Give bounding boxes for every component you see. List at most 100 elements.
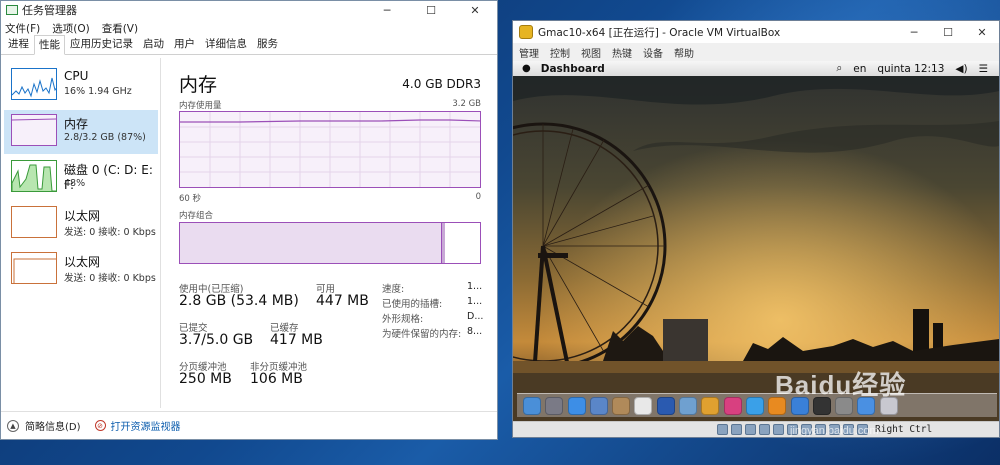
composition-free: [445, 223, 480, 263]
sidebar-item-disk[interactable]: 磁盘 0 (C: D: E: F: 48%: [4, 156, 158, 200]
mail-icon[interactable]: [589, 396, 608, 415]
info-label-form-factor: 外形规格:: [382, 314, 424, 325]
memory-panel: 内存 4.0 GB DDR3 内存使用量 3.2 GB 60 秒 0 内存组合: [161, 58, 497, 408]
virtualbox-title: Gmac10-x64 [正在运行] - Oracle VM VirtualBox: [538, 26, 781, 39]
hard-disk-icon[interactable]: [717, 424, 728, 435]
sidebar-item-memory[interactable]: 内存 2.8/3.2 GB (87%): [4, 110, 158, 154]
vb-menu-control[interactable]: 控制: [550, 45, 570, 60]
chevron-up-icon[interactable]: ▲: [7, 419, 19, 432]
vb-menu-devices[interactable]: 设备: [643, 45, 663, 60]
tab-app-history[interactable]: 应用历史记录: [65, 34, 138, 54]
info-label-slots: 已使用的插槽:: [382, 299, 443, 310]
vb-maximize-button[interactable]: ☐: [931, 21, 965, 43]
baidu-watermark: Baidu经验: [775, 370, 907, 400]
baidu-watermark-url: jingyan.baidu.com: [790, 425, 879, 437]
minimize-button[interactable]: ─: [365, 1, 409, 19]
fewer-details-link[interactable]: 简略信息(D): [25, 418, 81, 433]
optical-drive-icon[interactable]: [731, 424, 742, 435]
sidebar-item-label: 内存: [64, 117, 89, 131]
input-language[interactable]: en: [853, 63, 866, 75]
memory-usage-graph: [179, 111, 481, 188]
ethernet-thumbnail-graph: [11, 252, 57, 284]
vb-close-button[interactable]: ✕: [965, 21, 999, 43]
guest-dock: [517, 393, 997, 417]
composition-in-use: [180, 223, 442, 263]
guest-clock[interactable]: quinta 12:13: [877, 63, 944, 75]
guest-active-app[interactable]: Dashboard: [541, 63, 605, 75]
stat-value-cached: 417 MB: [270, 332, 323, 348]
sidebar-item-label: CPU: [64, 69, 89, 83]
tab-performance[interactable]: 性能: [34, 35, 65, 55]
resource-monitor-icon: ⊘: [94, 420, 106, 431]
vb-menu-help[interactable]: 帮助: [674, 45, 694, 60]
sidebar-item-sublabel: 发送: 0 接收: 0 Kbps: [64, 273, 156, 284]
memory-composition-bar: [179, 222, 481, 264]
stat-value-paged-pool: 250 MB: [179, 371, 232, 387]
virtualbox-titlebar[interactable]: Gmac10-x64 [正在运行] - Oracle VM VirtualBox…: [513, 21, 999, 43]
network-status-icon[interactable]: [759, 424, 770, 435]
audio-icon[interactable]: [745, 424, 756, 435]
ethernet-thumbnail-graph: [11, 206, 57, 238]
stat-value-nonpaged-pool: 106 MB: [250, 371, 303, 387]
safari-icon[interactable]: [567, 396, 586, 415]
launchpad-icon[interactable]: [545, 396, 564, 415]
photos-icon[interactable]: [701, 396, 720, 415]
task-manager-window: 任务管理器 ─ ☐ ✕ 文件(F) 选项(O) 查看(V) 进程 性能 应用历史…: [0, 0, 498, 440]
tab-startup[interactable]: 启动: [138, 34, 169, 54]
messages-icon[interactable]: [745, 396, 764, 415]
usb-icon[interactable]: [773, 424, 784, 435]
tab-users[interactable]: 用户: [169, 34, 200, 54]
vb-minimize-button[interactable]: ─: [897, 21, 931, 43]
tab-processes[interactable]: 进程: [3, 34, 34, 54]
info-value-slots: 1...: [467, 296, 483, 307]
maximize-button[interactable]: ☐: [409, 1, 453, 19]
volume-icon[interactable]: ◀): [955, 63, 967, 75]
usage-graph-label: 内存使用量: [179, 101, 222, 111]
info-label-speed: 速度:: [382, 284, 405, 295]
info-value-speed: 1...: [467, 281, 483, 292]
guest-screen[interactable]: ● Dashboard ⌕ en quinta 12:13 ◀) ☰: [513, 61, 999, 421]
tab-services[interactable]: 服务: [252, 34, 283, 54]
virtualbox-window: Gmac10-x64 [正在运行] - Oracle VM VirtualBox…: [512, 20, 1000, 438]
performance-sidebar: CPU 16% 1.94 GHz 内存 2.8/3.2 GB (87%) 磁盘 …: [1, 58, 161, 408]
calendar-icon[interactable]: [634, 396, 653, 415]
graph-time-right: 0: [475, 192, 481, 202]
stat-value-available: 447 MB: [316, 293, 369, 309]
page-title: 内存: [179, 74, 218, 96]
sidebar-item-sublabel: 发送: 0 接收: 0 Kbps: [64, 227, 156, 238]
close-button[interactable]: ✕: [453, 1, 497, 19]
finder-icon[interactable]: [523, 396, 541, 415]
vb-menu-view[interactable]: 视图: [581, 45, 601, 60]
notification-center-icon[interactable]: ☰: [979, 63, 988, 75]
info-value-form-factor: D...: [467, 311, 484, 322]
virtualbox-statusbar: Right Ctrl: [513, 421, 999, 437]
usage-graph-max: 3.2 GB: [452, 99, 481, 109]
vb-menu-machine[interactable]: 管理: [519, 45, 539, 60]
sidebar-item-ethernet-1[interactable]: 以太网 发送: 0 接收: 0 Kbps: [4, 202, 158, 246]
tab-details[interactable]: 详细信息: [200, 34, 252, 54]
spotlight-search-icon[interactable]: ⌕: [836, 62, 842, 75]
contacts-icon[interactable]: [612, 396, 631, 415]
task-manager-titlebar[interactable]: 任务管理器 ─ ☐ ✕: [1, 1, 497, 19]
apple-menu-icon[interactable]: ●: [522, 63, 531, 74]
open-resource-monitor-link[interactable]: 打开资源监视器: [111, 418, 181, 433]
guest-menubar: ● Dashboard ⌕ en quinta 12:13 ◀) ☰: [513, 61, 999, 76]
info-label-hw-reserved: 为硬件保留的内存:: [382, 329, 462, 340]
sidebar-item-cpu[interactable]: CPU 16% 1.94 GHz: [4, 64, 158, 108]
sidebar-item-label: 以太网: [64, 255, 101, 269]
task-manager-footer: ▲ 简略信息(D) ⊘ 打开资源监视器: [1, 411, 497, 439]
sidebar-item-ethernet-2[interactable]: 以太网 发送: 0 接收: 0 Kbps: [4, 248, 158, 292]
vb-menu-hotkey[interactable]: 热键: [612, 45, 632, 60]
sidebar-item-sublabel: 16% 1.94 GHz: [64, 86, 132, 97]
itunes-icon[interactable]: [723, 396, 742, 415]
graph-time-left: 60 秒: [179, 194, 202, 204]
guest-wallpaper: [513, 61, 999, 421]
stat-value-in-use: 2.8 GB (53.4 MB): [179, 293, 299, 309]
preview-icon[interactable]: [679, 396, 698, 415]
memory-spec: 4.0 GB DDR3: [402, 77, 481, 91]
task-manager-app-icon: [6, 5, 18, 15]
sidebar-item-sublabel: 48%: [64, 178, 86, 189]
cpu-thumbnail-graph: [11, 68, 57, 100]
virtualbox-menubar: 管理 控制 视图 热键 设备 帮助: [513, 43, 999, 61]
quicktime-icon[interactable]: [656, 396, 675, 415]
